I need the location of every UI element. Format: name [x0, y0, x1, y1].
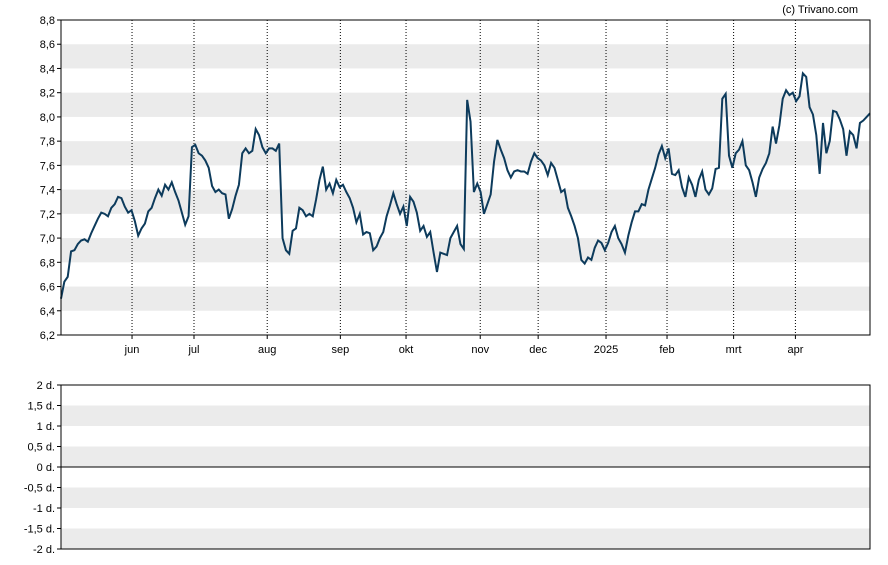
grid-band — [61, 528, 870, 549]
y-tick-label: -1 d. — [33, 503, 55, 515]
main-y-axis-ticks: 8,8 8,6 8,4 8,2 8,0 7,8 7,6 7,4 7,2 7,0 6,8 6,6 6,4 6… — [40, 15, 61, 342]
y-tick-label: 6,8 — [40, 257, 55, 269]
grid-band — [61, 92, 870, 117]
x-tick-label: apr — [787, 344, 803, 356]
y-tick-label: 8,2 — [40, 88, 55, 100]
grid-band — [61, 44, 870, 69]
y-tick-label: 8,8 — [40, 15, 55, 27]
y-tick-label: 6,6 — [40, 282, 55, 294]
sub-y-axis-ticks: 2 d. 1,5 d. 1 d. 0,5 d. 0 d. -0,5 d. -1 d. -1,5… — [24, 380, 61, 556]
days-chart: 2 d. 1,5 d. 1 d. 0,5 d. 0 d. -0,5 d. -1 d. -1,5… — [24, 380, 871, 556]
y-tick-label: 8,6 — [40, 39, 55, 51]
y-tick-label: 0,5 d. — [27, 442, 55, 454]
y-tick-label: -1,5 d. — [24, 524, 55, 536]
grid-band — [61, 446, 870, 467]
y-tick-label: -2 d. — [33, 544, 55, 556]
x-tick-label: jun — [124, 344, 140, 356]
y-tick-label: 7,6 — [40, 160, 55, 172]
x-tick-label: aug — [258, 344, 276, 356]
grid-band — [61, 286, 870, 311]
y-tick-label: 8,0 — [40, 112, 55, 124]
y-tick-label: 1 d. — [37, 421, 55, 433]
grid-band — [61, 405, 870, 426]
grid-band — [61, 487, 870, 508]
y-tick-label: 7,2 — [40, 209, 55, 221]
y-tick-label: 6,4 — [40, 306, 55, 318]
y-tick-label: 1,5 d. — [27, 401, 55, 413]
y-tick-label: 8,4 — [40, 63, 55, 75]
x-tick-label: nov — [471, 344, 489, 356]
x-tick-label: mrt — [726, 344, 742, 356]
chart-canvas: (c) Trivano.com 8,8 8,6 8,4 8,2 8,0 7,8 7,6 7,4… — [24, 4, 871, 556]
y-tick-label: 0 d. — [37, 462, 55, 474]
sub-grid-bands — [61, 405, 870, 549]
x-tick-label: 2025 — [594, 344, 618, 356]
x-tick-label: jul — [187, 344, 199, 356]
main-x-axis-ticks: jun jul aug sep okt nov dec 2025 feb mrt apr — [124, 335, 804, 356]
grid-band — [61, 238, 870, 263]
y-tick-label: 7,0 — [40, 233, 55, 245]
x-tick-label: dec — [529, 344, 547, 356]
y-tick-label: 6,2 — [40, 330, 55, 342]
x-tick-label: okt — [399, 344, 414, 356]
y-tick-label: 7,4 — [40, 185, 55, 197]
y-tick-label: 7,8 — [40, 136, 55, 148]
x-tick-label: sep — [331, 344, 349, 356]
x-tick-label: feb — [659, 344, 674, 356]
copyright-label: (c) Trivano.com — [782, 4, 858, 16]
price-chart: 8,8 8,6 8,4 8,2 8,0 7,8 7,6 7,4 7,2 7,0 6,8 6,6 6,4 6… — [40, 15, 871, 356]
y-tick-label: 2 d. — [37, 380, 55, 392]
y-tick-label: -0,5 d. — [24, 483, 55, 495]
